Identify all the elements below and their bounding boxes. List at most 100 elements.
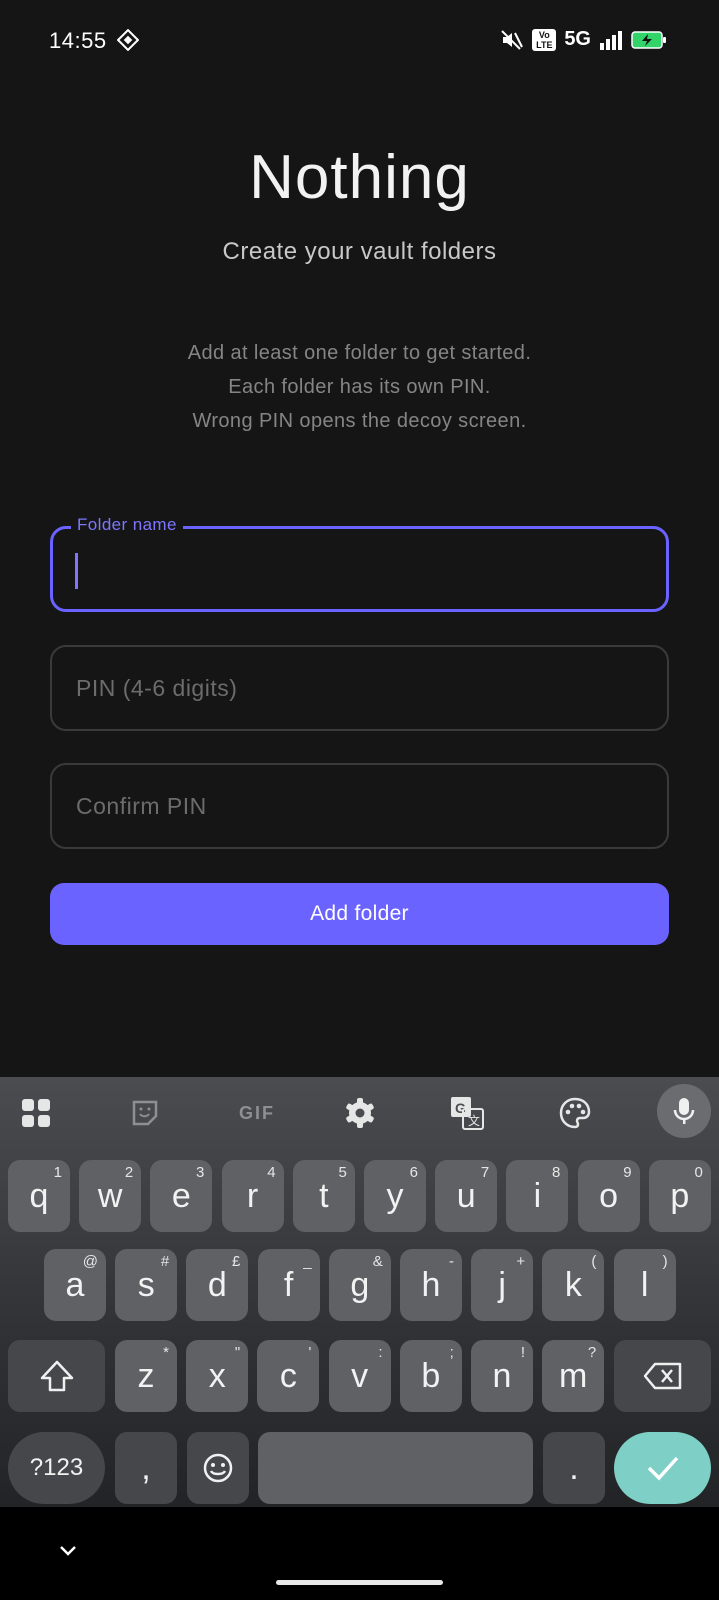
key-i[interactable]: i8	[506, 1160, 569, 1232]
volte-icon: Vo LTE	[532, 28, 557, 51]
keyboard-toolbar: GIF G 文	[0, 1077, 719, 1147]
key-o[interactable]: o9	[577, 1160, 640, 1232]
svg-text:文: 文	[468, 1113, 480, 1128]
shift-icon	[40, 1360, 73, 1392]
info-line: Wrong PIN opens the decoy screen.	[192, 410, 527, 432]
symbols-key[interactable]: ?123	[8, 1432, 105, 1504]
key-a[interactable]: a @	[44, 1249, 106, 1321]
key-f-hint: _	[303, 1253, 312, 1270]
key-x-hint: "	[234, 1344, 241, 1361]
key-j-label: j	[498, 1265, 506, 1304]
hide-keyboard-chevron-icon[interactable]	[56, 1539, 80, 1563]
key-s-hint: #	[160, 1253, 170, 1270]
emoji-key[interactable]	[187, 1432, 249, 1504]
period-key-label: .	[569, 1448, 579, 1487]
key-f[interactable]: f _	[257, 1249, 320, 1321]
key-t-label: t	[319, 1176, 329, 1215]
key-p[interactable]: p0	[648, 1160, 711, 1232]
folder-name-field[interactable]: Folder name	[50, 515, 669, 612]
key-j-hint: +	[516, 1253, 526, 1270]
key-w[interactable]: w2	[79, 1160, 142, 1232]
key-r[interactable]: r4	[221, 1160, 284, 1232]
key-k[interactable]: k(	[542, 1249, 605, 1321]
shift-key[interactable]	[8, 1340, 105, 1412]
info-line: Each folder has its own PIN.	[228, 376, 491, 398]
battery-charging-icon	[631, 30, 666, 49]
backspace-icon	[643, 1362, 681, 1390]
key-r-label: r	[246, 1176, 259, 1215]
settings-gear-icon[interactable]	[340, 1093, 380, 1133]
emoji-icon	[203, 1453, 233, 1483]
key-l[interactable]: l)	[613, 1249, 676, 1321]
folder-name-label: Folder name	[71, 515, 183, 535]
status-time: 14:55	[49, 28, 107, 53]
status-bar: 14:55 Vo LTE 5G	[0, 0, 719, 84]
key-w-hint: 2	[124, 1164, 134, 1181]
key-z-label: z	[137, 1356, 155, 1395]
period-key[interactable]: .	[543, 1432, 605, 1504]
status-icons: Vo LTE 5G	[500, 28, 667, 51]
key-i-label: i	[533, 1176, 542, 1215]
key-n[interactable]: n!	[471, 1340, 533, 1412]
key-k-hint: (	[591, 1253, 597, 1270]
key-q[interactable]: q1	[8, 1160, 70, 1232]
confirm-pin-field[interactable]: Confirm PIN	[50, 763, 669, 849]
key-h-hint: -	[449, 1253, 454, 1270]
key-b[interactable]: b;	[399, 1340, 462, 1412]
key-q-label: q	[29, 1176, 49, 1215]
text-caret	[75, 553, 78, 589]
key-s[interactable]: s #	[115, 1249, 178, 1321]
signal-icon	[600, 30, 622, 50]
pin-field[interactable]: PIN (4-6 digits)	[50, 645, 669, 731]
key-n-hint: !	[520, 1344, 525, 1361]
key-q-hint: 1	[53, 1164, 62, 1181]
comma-key[interactable]: ,	[115, 1432, 177, 1504]
enter-key[interactable]	[614, 1432, 711, 1504]
key-w-label: w	[97, 1176, 123, 1215]
key-x[interactable]: x "	[186, 1340, 249, 1412]
backspace-key[interactable]	[614, 1340, 711, 1412]
key-d[interactable]: d £	[186, 1249, 249, 1321]
sticker-icon[interactable]	[125, 1093, 165, 1133]
key-r-hint: 4	[267, 1164, 276, 1181]
gif-icon[interactable]: GIF	[232, 1093, 282, 1133]
key-p-label: p	[670, 1176, 690, 1215]
apps-grid-icon[interactable]	[16, 1093, 56, 1133]
key-d-label: d	[207, 1265, 227, 1304]
key-c-hint: '	[308, 1344, 312, 1361]
key-e-hint: 3	[196, 1164, 205, 1181]
palette-icon[interactable]	[555, 1093, 595, 1133]
key-o-hint: 9	[623, 1164, 632, 1181]
checkmark-icon	[647, 1456, 678, 1481]
key-e[interactable]: e3	[150, 1160, 213, 1232]
key-m-hint: ?	[587, 1344, 597, 1361]
symbols-key-label: ?123	[29, 1454, 84, 1481]
key-h[interactable]: h-	[400, 1249, 462, 1321]
key-a-hint: @	[82, 1253, 98, 1270]
key-j[interactable]: j +	[471, 1249, 534, 1321]
key-b-label: b	[421, 1356, 441, 1395]
key-t[interactable]: t5	[292, 1160, 355, 1232]
key-g-hint: &	[372, 1253, 383, 1270]
navigation-bar	[0, 1507, 719, 1600]
key-l-hint: )	[662, 1253, 668, 1270]
diamond-app-icon	[117, 29, 139, 51]
key-g[interactable]: g &	[328, 1249, 391, 1321]
key-m[interactable]: m?	[542, 1340, 605, 1412]
key-u[interactable]: u7	[435, 1160, 498, 1232]
translate-icon[interactable]: G 文	[447, 1093, 487, 1133]
key-z[interactable]: z *	[115, 1340, 177, 1412]
key-o-label: o	[599, 1176, 619, 1215]
key-i-hint: 8	[552, 1164, 561, 1181]
microphone-icon[interactable]	[657, 1084, 711, 1138]
key-v-label: v	[351, 1356, 369, 1395]
key-y[interactable]: y6	[364, 1160, 426, 1232]
pin-placeholder: PIN (4-6 digits)	[76, 675, 238, 701]
key-c[interactable]: c '	[257, 1340, 320, 1412]
comma-key-label: ,	[141, 1448, 151, 1487]
home-indicator[interactable]	[276, 1580, 443, 1585]
space-key[interactable]	[258, 1432, 533, 1504]
key-y-label: y	[386, 1176, 404, 1215]
key-v[interactable]: v:	[328, 1340, 391, 1412]
add-folder-button[interactable]: Add folder	[50, 883, 669, 945]
